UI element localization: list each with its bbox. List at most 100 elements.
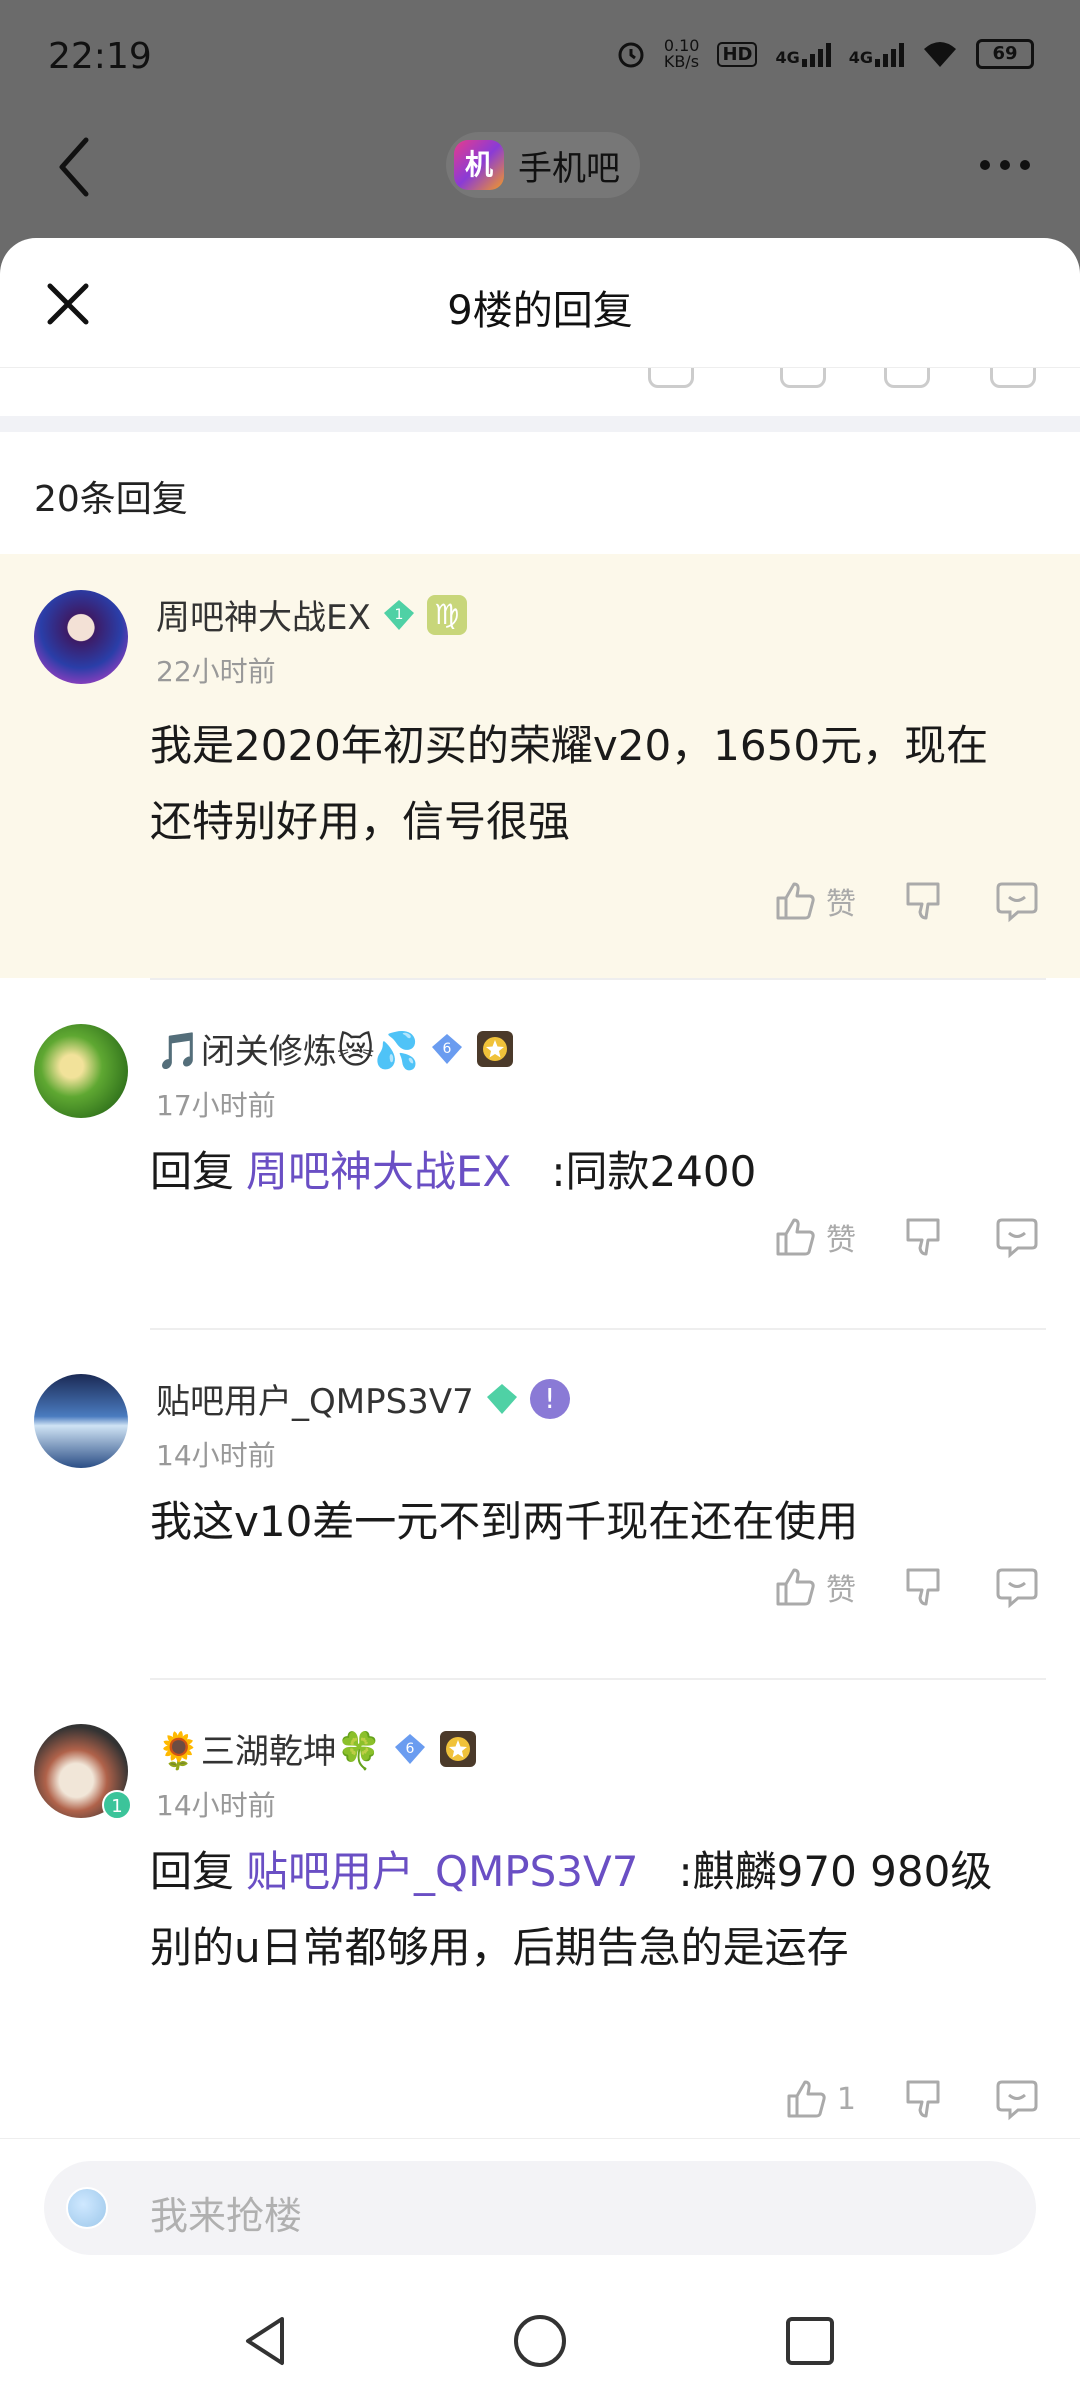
like-button[interactable]: 赞 xyxy=(772,1214,856,1260)
nav-back-icon[interactable] xyxy=(236,2311,296,2371)
level-diamond-icon: 6 xyxy=(432,1033,463,1064)
more-options-icon[interactable] xyxy=(980,160,1030,170)
username-text: 三湖乾坤 xyxy=(200,1732,337,1772)
username[interactable]: 🌻三湖乾坤🍀 xyxy=(156,1724,382,1773)
level-diamond-icon: 6 xyxy=(394,1733,425,1764)
system-nav-bar xyxy=(0,2289,1080,2400)
battery-icon: 69 xyxy=(976,39,1034,69)
username-row: 🌻三湖乾坤🍀 6 xyxy=(156,1724,478,1773)
dislike-button[interactable] xyxy=(902,878,948,924)
reply-content: 我这v10差一元不到两千现在还在使用 xyxy=(150,1497,859,1546)
reply-prefix: 回复 xyxy=(150,1847,235,1896)
comment-button[interactable] xyxy=(994,2076,1040,2122)
divider xyxy=(150,1678,1046,1680)
reply-actions: 赞 xyxy=(726,1564,1040,1610)
thumbs-up-icon xyxy=(776,1218,815,1256)
reply-text: :同款2400 xyxy=(551,1147,757,1196)
comment-button[interactable] xyxy=(994,878,1040,924)
comment-button[interactable] xyxy=(994,1564,1040,1610)
reply-time: 14小时前 xyxy=(156,1439,276,1472)
reply-item[interactable]: 贴吧用户_QMPS3V7 ! 14小时前 我这v10差一元不到两千现在还在使用 … xyxy=(0,1328,1080,1678)
mention-link[interactable]: 周吧神大战EX xyxy=(246,1147,511,1196)
reply-actions: 赞 xyxy=(726,878,1040,924)
comment-icon xyxy=(996,882,1038,923)
like-button[interactable]: 赞 xyxy=(772,878,856,924)
reply-time: 22小时前 xyxy=(156,655,276,688)
reply-actions: 赞 xyxy=(726,1214,1040,1260)
thumbs-up-icon xyxy=(776,1568,815,1606)
divider xyxy=(150,1328,1046,1330)
sunflower-emoji: 🌻 xyxy=(156,1731,201,1772)
avatar[interactable]: 1 xyxy=(34,1724,132,1820)
forum-pill[interactable]: 机 手机吧 xyxy=(446,132,640,198)
like-label: 赞 xyxy=(826,887,856,922)
username-text: 闭关修炼 xyxy=(200,1032,337,1072)
dislike-button[interactable] xyxy=(902,2076,948,2122)
reply-input[interactable]: 我来抢楼 xyxy=(44,2161,1036,2255)
star-medal-badge-icon xyxy=(477,1030,514,1067)
star-medal-badge-icon xyxy=(439,1730,476,1767)
level-diamond-icon xyxy=(486,1383,517,1414)
avatar[interactable] xyxy=(34,1024,128,1118)
divider xyxy=(150,978,1046,980)
like-button[interactable]: 1 xyxy=(783,2076,856,2122)
avatar[interactable] xyxy=(34,1374,128,1468)
avatar[interactable] xyxy=(34,590,128,684)
thumbs-up-icon xyxy=(776,882,815,920)
like-label: 赞 xyxy=(826,1573,856,1608)
reply-item[interactable]: 1 🌻三湖乾坤🍀 6 14小时前 回复 贴吧用户_QMPS3V7:麒麟970 98… xyxy=(0,1678,1080,2138)
reply-time: 14小时前 xyxy=(156,1789,276,1822)
username-row: 贴吧用户_QMPS3V7 ! xyxy=(156,1374,570,1423)
sim1-signal-icon: 4G xyxy=(775,41,831,67)
level-number: 6 xyxy=(405,1741,414,1757)
dislike-button[interactable] xyxy=(902,1214,948,1260)
reply-actions: 1 xyxy=(737,2076,1040,2122)
reply-composer: 我来抢楼 xyxy=(0,2138,1080,2400)
status-time: 22:19 xyxy=(48,36,152,77)
my-avatar xyxy=(66,2187,108,2229)
status-bar: 22:19 0.10 KB/s HD 4G 4G 69 xyxy=(0,0,1080,110)
thumbs-up-icon xyxy=(787,2080,826,2118)
thumbs-down-icon xyxy=(906,1218,940,1256)
comment-icon xyxy=(996,2080,1038,2121)
username-row: 周吧神大战EX 1 ♍ xyxy=(156,590,467,639)
like-button[interactable]: 赞 xyxy=(772,1564,856,1610)
sheet-header: 9楼的回复 xyxy=(0,238,1080,368)
wifi-icon xyxy=(924,42,956,67)
nav-home-icon[interactable] xyxy=(510,2311,570,2371)
username[interactable]: 🎵闭关修炼😿💦 xyxy=(156,1024,419,1073)
like-count: 1 xyxy=(836,2081,856,2117)
username[interactable]: 贴吧用户_QMPS3V7 xyxy=(156,1374,474,1423)
reply-time: 17小时前 xyxy=(156,1089,276,1122)
nav-recents-icon[interactable] xyxy=(780,2311,840,2371)
input-placeholder: 我来抢楼 xyxy=(150,2194,303,2238)
back-arrow-icon[interactable] xyxy=(50,132,100,202)
username-emoji: 😿💦 xyxy=(336,1031,420,1072)
thumbs-down-icon xyxy=(906,1568,940,1606)
comment-icon xyxy=(996,1568,1038,1609)
reply-sheet: 9楼的回复 20条回复 周吧神大战EX 1 ♍ 22小时前 我是2020年初买的… xyxy=(0,238,1080,2400)
virgo-badge-icon: ♍ xyxy=(426,594,467,635)
alert-badge-icon: ! xyxy=(529,1378,570,1419)
comment-button[interactable] xyxy=(994,1214,1040,1260)
reply-content: 我是2020年初买的荣耀v20，1650元，现在还特别好用，信号很强 xyxy=(150,721,989,846)
reply-item[interactable]: 🎵闭关修炼😿💦 6 17小时前 回复 周吧神大战EX :同款2400 赞 xyxy=(0,978,1080,1328)
svg-text:1: 1 xyxy=(394,607,403,623)
like-label: 赞 xyxy=(826,1223,856,1258)
sim2-signal-icon: 4G xyxy=(849,41,904,67)
reply-item[interactable]: 周吧神大战EX 1 ♍ 22小时前 我是2020年初买的荣耀v20，1650元，… xyxy=(0,554,1080,978)
sheet-title: 9楼的回复 xyxy=(447,288,633,334)
forum-name: 手机吧 xyxy=(518,148,620,189)
hd-icon: HD xyxy=(717,41,758,67)
reply-count: 20条回复 xyxy=(34,479,188,520)
reply-prefix: 回复 xyxy=(150,1147,235,1196)
system-icons: 0.10 KB/s HD 4G 4G 69 xyxy=(616,38,1034,70)
comment-icon xyxy=(996,1218,1038,1259)
parent-post-actions-peek xyxy=(0,368,1080,398)
reply-content: 回复 周吧神大战EX :同款2400 xyxy=(150,1134,1020,1210)
forum-header: 机 手机吧 xyxy=(0,110,1080,240)
dislike-button[interactable] xyxy=(902,1564,948,1610)
mention-link[interactable]: 贴吧用户_QMPS3V7 xyxy=(246,1847,638,1896)
username[interactable]: 周吧神大战EX xyxy=(156,590,371,639)
level-diamond-icon: 1 xyxy=(383,599,414,630)
